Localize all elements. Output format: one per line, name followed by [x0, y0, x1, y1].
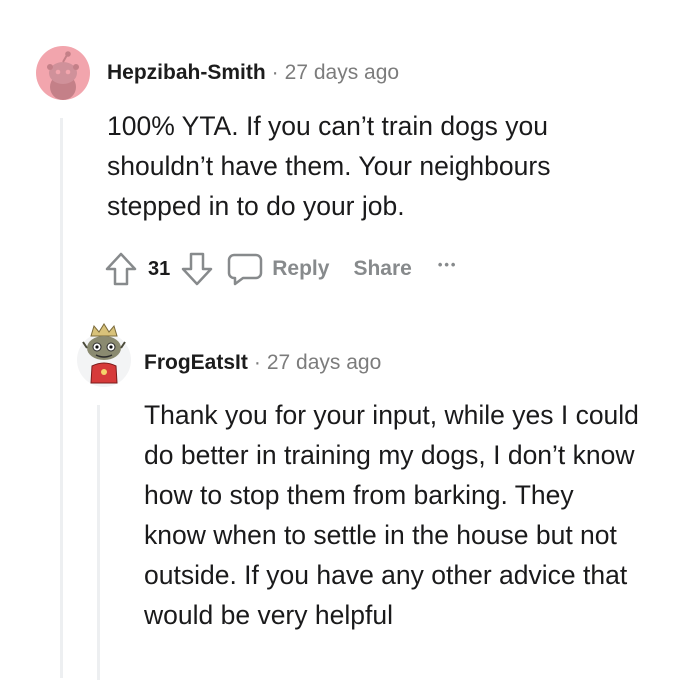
reply-meta-separator: · — [253, 351, 261, 374]
comment-body: 100% YTA. If you can’t train dogs you sh… — [107, 111, 551, 221]
snoo-avatar-icon — [47, 51, 79, 100]
reply-meta: FrogEatsIt · 27 days ago — [144, 351, 381, 375]
share-button[interactable]: Share — [353, 257, 411, 281]
reply-button[interactable]: Reply — [226, 251, 329, 287]
downvote-icon[interactable] — [180, 251, 214, 287]
author-name[interactable]: Hepzibah-Smith — [107, 61, 266, 84]
timestamp[interactable]: 27 days ago — [285, 61, 399, 84]
frog-avatar-icon — [77, 323, 131, 387]
comment-meta: Hepzibah-Smith · 27 days ago — [107, 61, 399, 85]
reply-avatar[interactable] — [74, 320, 134, 390]
thread-line-main[interactable] — [60, 118, 63, 678]
meta-separator: · — [271, 61, 279, 84]
reply-timestamp[interactable]: 27 days ago — [267, 351, 381, 374]
avatar[interactable] — [36, 46, 90, 100]
comment-actions: 31 Reply Share ••• — [104, 251, 457, 287]
more-options-icon[interactable]: ••• — [438, 257, 458, 272]
thread-line-reply[interactable] — [97, 405, 100, 680]
vote-score: 31 — [148, 257, 171, 280]
upvote-icon[interactable] — [104, 251, 138, 287]
comment-bubble-icon — [228, 253, 263, 286]
reply-label[interactable]: Reply — [272, 257, 329, 281]
reply-body: Thank you for your input, while yes I co… — [144, 400, 639, 630]
reply-author-name[interactable]: FrogEatsIt — [144, 351, 248, 374]
